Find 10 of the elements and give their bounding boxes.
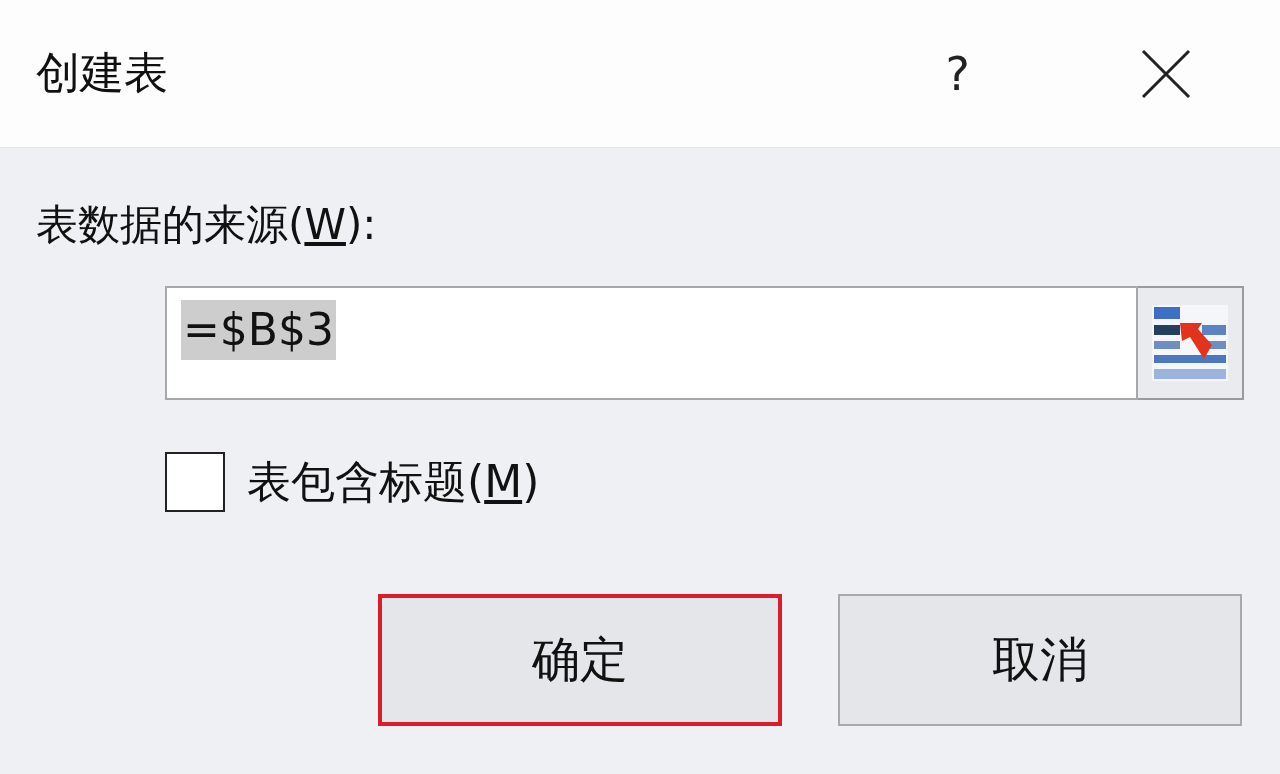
- cancel-button[interactable]: 取消: [838, 594, 1242, 727]
- range-field[interactable]: =$B$3: [165, 286, 1138, 401]
- help-button[interactable]: ?: [945, 46, 970, 101]
- range-select-button[interactable]: [1138, 286, 1244, 401]
- window-title: 创建表: [36, 46, 169, 100]
- close-button[interactable]: [1140, 47, 1192, 100]
- checkbox-label[interactable]: 表包含标题(M): [247, 452, 540, 512]
- checkbox[interactable]: [165, 452, 225, 513]
- ok-button[interactable]: 确定: [378, 594, 782, 727]
- source-label: 表数据的来源(W):: [36, 200, 378, 251]
